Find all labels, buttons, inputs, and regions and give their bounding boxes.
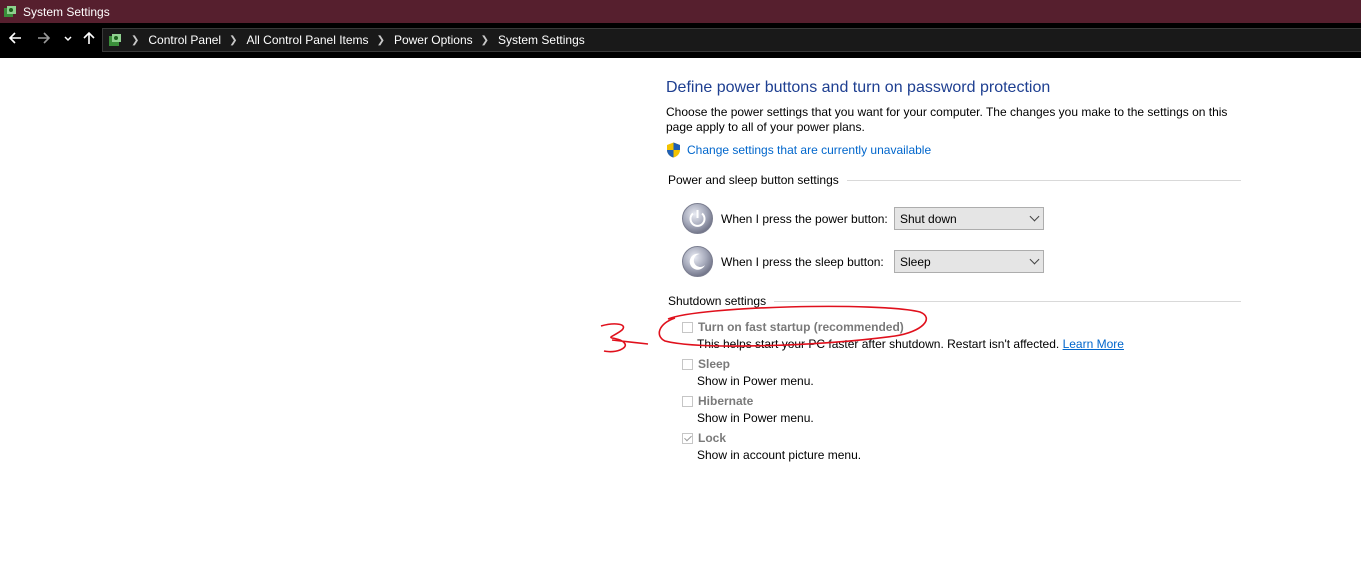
- chevron-down-icon: [1029, 211, 1040, 222]
- sleep-button-label: When I press the sleep button:: [721, 254, 884, 269]
- sleep-button-icon: [682, 246, 713, 277]
- content-area: Define power buttons and turn on passwor…: [0, 58, 1361, 581]
- fast-startup-option: Turn on fast startup (recommended) This …: [682, 320, 1124, 351]
- chevron-right-icon[interactable]: ❯: [229, 35, 237, 46]
- back-arrow-icon[interactable]: [6, 31, 24, 49]
- breadcrumb-all-items[interactable]: All Control Panel Items: [247, 33, 369, 47]
- sleep-option-description: Show in Power menu.: [697, 374, 814, 388]
- power-button-dropdown[interactable]: Shut down: [894, 207, 1044, 230]
- hibernate-option: Hibernate Show in Power menu.: [682, 394, 814, 425]
- shutdown-section-header: Shutdown settings: [668, 293, 1241, 309]
- breadcrumb-control-panel[interactable]: Control Panel: [148, 33, 221, 47]
- change-settings-link[interactable]: Change settings that are currently unava…: [666, 142, 931, 158]
- sleep-checkbox[interactable]: [682, 358, 693, 370]
- sleep-option-label: Sleep: [698, 357, 731, 371]
- page-description: Choose the power settings that you want …: [666, 105, 1228, 134]
- chevron-right-icon: ❯: [131, 34, 140, 46]
- sleep-option: Sleep Show in Power menu.: [682, 357, 814, 388]
- power-options-icon: [3, 5, 17, 19]
- breadcrumb-system-settings[interactable]: System Settings: [498, 33, 585, 47]
- control-panel-icon: [107, 32, 123, 48]
- hibernate-option-description: Show in Power menu.: [697, 411, 814, 425]
- power-sleep-section-title: Power and sleep button settings: [668, 173, 839, 187]
- section-divider: [846, 179, 1241, 181]
- section-divider: [774, 300, 1241, 302]
- window-title: System Settings: [23, 4, 110, 19]
- lock-option: Lock Show in account picture menu.: [682, 431, 861, 462]
- recent-locations-chevron-icon[interactable]: [59, 31, 77, 49]
- fast-startup-label: Turn on fast startup (recommended): [698, 320, 904, 334]
- learn-more-link[interactable]: Learn More: [1063, 337, 1124, 351]
- power-button-icon: [682, 203, 713, 234]
- chevron-down-icon: [1029, 254, 1040, 265]
- sleep-button-dropdown[interactable]: Sleep: [894, 250, 1044, 273]
- fast-startup-description: This helps start your PC faster after sh…: [697, 337, 1124, 351]
- change-settings-link-text[interactable]: Change settings that are currently unava…: [687, 143, 931, 157]
- power-sleep-section-header: Power and sleep button settings: [668, 172, 1241, 188]
- sleep-button-row: When I press the sleep button: Sleep: [682, 246, 1044, 277]
- power-button-label: When I press the power button:: [721, 211, 888, 226]
- navigation-bar: ❯ Control Panel ❯ All Control Panel Item…: [0, 23, 1361, 58]
- breadcrumb-power-options[interactable]: Power Options: [394, 33, 473, 47]
- lock-checkbox[interactable]: [682, 432, 693, 444]
- hibernate-option-label: Hibernate: [698, 394, 754, 408]
- address-bar[interactable]: ❯ Control Panel ❯ All Control Panel Item…: [102, 28, 1361, 52]
- chevron-right-icon[interactable]: ❯: [481, 35, 489, 46]
- lock-option-label: Lock: [698, 431, 727, 445]
- uac-shield-icon: [666, 142, 681, 158]
- fast-startup-checkbox[interactable]: [682, 321, 693, 333]
- sleep-button-selected-value: Sleep: [900, 254, 931, 269]
- forward-arrow-icon[interactable]: [35, 31, 53, 49]
- hibernate-checkbox[interactable]: [682, 395, 693, 407]
- page-title: Define power buttons and turn on passwor…: [666, 79, 1051, 96]
- power-button-row: When I press the power button: Shut down: [682, 203, 1044, 234]
- lock-option-description: Show in account picture menu.: [697, 448, 862, 462]
- shutdown-section-title: Shutdown settings: [668, 294, 767, 308]
- up-arrow-icon[interactable]: [80, 31, 98, 49]
- fast-startup-description-text: This helps start your PC faster after sh…: [697, 337, 1060, 351]
- title-bar: System Settings: [0, 0, 1361, 23]
- power-button-selected-value: Shut down: [900, 211, 957, 226]
- chevron-right-icon[interactable]: ❯: [377, 35, 385, 46]
